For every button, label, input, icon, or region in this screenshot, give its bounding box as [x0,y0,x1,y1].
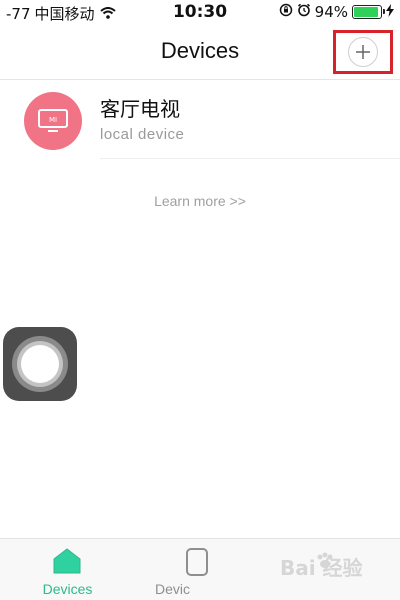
device-icon [185,548,209,580]
plus-icon [348,37,378,67]
battery-percent: 94% [314,3,348,21]
divider [100,158,400,159]
device-subtitle: local device [100,126,185,143]
battery-icon [352,5,385,19]
watermark-logo: Bai 经验 [280,548,398,588]
learn-more-link[interactable]: Learn more >> [0,193,400,209]
device-list-item[interactable]: MI 客厅电视 local device [0,81,400,159]
tab-devices[interactable]: Devices [20,539,115,600]
add-device-button[interactable] [333,30,393,74]
charging-icon [386,3,394,21]
assistive-touch-core [21,345,59,383]
watermark-text: Bai 经验 [280,556,363,580]
assistive-touch-inner-ring [17,341,63,387]
alarm-icon [297,3,311,21]
mi-tv-icon: MI [24,92,82,150]
mi-badge-text: MI [49,116,57,124]
rotation-lock-icon [279,3,293,21]
assistive-touch-button[interactable] [3,327,77,401]
tab-device[interactable]: Devic [150,539,210,600]
status-right: 94% [275,3,394,21]
status-bar: -77 中国移动 10:30 94% [0,0,400,24]
tab-device-label: Devic [155,581,191,597]
device-name: 客厅电视 [100,97,180,121]
assistive-touch-ring [12,336,68,392]
home-icon [53,548,81,578]
nav-bar: Devices [0,24,400,80]
tab-devices-label: Devices [42,581,93,597]
